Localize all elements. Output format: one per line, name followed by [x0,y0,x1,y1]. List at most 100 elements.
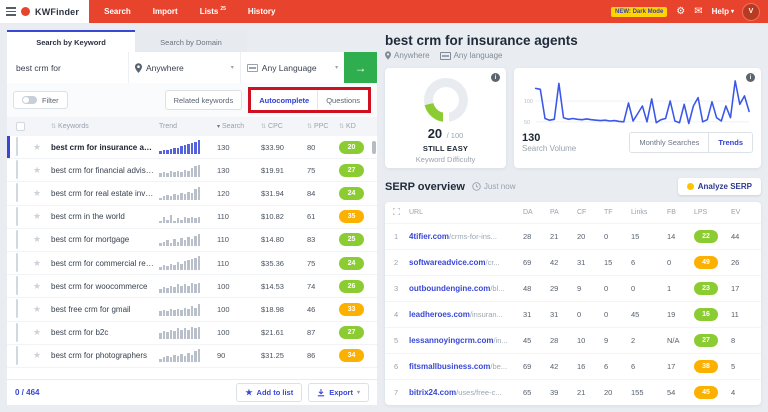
kd-badge[interactable]: 27 [339,164,364,177]
nav-item-lists[interactable]: Lists25 [189,0,237,23]
row-checkbox[interactable] [16,160,18,179]
related-keywords-button[interactable]: Related keywords [165,90,243,110]
serp-url-link[interactable]: leadheroes.com/insuran... [409,310,523,319]
favorite-star-icon[interactable]: ★ [33,305,51,314]
keyword-row[interactable]: ★best free crm for gmail100$18.984633 [7,298,377,321]
nav-item-history[interactable]: History [237,0,287,23]
help-menu[interactable]: Help▾ [712,7,734,16]
column-ppc[interactable]: ⇅PPC [307,123,339,130]
keyword-row[interactable]: ★best crm for commercial real estate110$… [7,252,377,275]
info-icon[interactable]: i [746,73,755,82]
serp-url-link[interactable]: softwareadvice.com/cr... [409,258,523,267]
serp-row[interactable]: 14tifier.com/crms-for-ins...282120015142… [385,223,761,249]
serp-row[interactable]: 3outboundengine.com/bl...482990012317⋮ [385,275,761,301]
messages-envelope-icon[interactable]: ✉ [694,7,702,17]
column-kd[interactable]: ⇅KD [339,123,377,130]
row-menu-icon[interactable]: ⋮ [758,309,761,320]
row-checkbox[interactable] [16,323,18,342]
serp-url-link[interactable]: outboundengine.com/bl... [409,284,523,293]
export-button[interactable]: Export ▾ [308,383,369,402]
row-menu-icon[interactable]: ⋮ [758,387,761,398]
row-checkbox[interactable] [16,230,18,249]
hamburger-menu-icon[interactable] [6,7,16,16]
keyword-row[interactable]: ★best crm for financial advisors130$19.9… [7,159,377,182]
questions-button[interactable]: Questions [318,90,368,110]
favorite-star-icon[interactable]: ★ [33,282,51,291]
serp-url-link[interactable]: lessannoyingcrm.com/in... [409,336,523,345]
row-checkbox[interactable] [16,346,18,365]
keyword-row[interactable]: ★best crm for woocommerce100$14.537426 [7,275,377,298]
row-checkbox[interactable] [16,299,18,318]
info-icon[interactable]: i [491,73,500,82]
keyword-search-input[interactable]: best crm for [7,52,128,83]
keyword-row[interactable]: ★best crm for insurance agents130$33.908… [7,136,377,159]
row-checkbox[interactable] [16,276,18,295]
serp-row[interactable]: 7bitrix24.com/uses/free-c...653921201555… [385,379,761,405]
serp-row[interactable]: 6fitsmallbusiness.com/be...6942166617385… [385,353,761,379]
scrollbar-thumb[interactable] [372,141,376,154]
favorite-star-icon[interactable]: ★ [33,166,51,175]
serp-url-link[interactable]: bitrix24.com/uses/free-c... [409,388,523,397]
tab-search-by-domain[interactable]: Search by Domain [135,30,247,52]
row-checkbox[interactable] [16,183,18,202]
settings-gear-icon[interactable]: ⚙ [676,7,685,17]
kd-badge[interactable]: 20 [339,141,364,154]
kd-badge[interactable]: 24 [339,257,364,270]
dark-mode-badge[interactable]: NEW: Dark Mode [611,7,667,17]
column-search[interactable]: ▾Search [217,123,261,130]
favorite-star-icon[interactable]: ★ [33,212,51,221]
row-checkbox[interactable] [16,253,18,272]
favorite-star-icon[interactable]: ★ [33,143,51,152]
favorite-star-icon[interactable]: ★ [33,259,51,268]
kd-badge[interactable]: 25 [339,233,364,246]
kd-badge[interactable]: 35 [339,210,364,223]
row-menu-icon[interactable]: ⋮ [758,335,761,346]
find-keywords-button[interactable]: → [344,52,377,83]
column-keywords[interactable]: ⇅Keywords [51,123,159,130]
filter-toggle[interactable]: Filter [13,91,68,109]
kd-badge[interactable]: 27 [339,326,364,339]
favorite-star-icon[interactable]: ★ [33,189,51,198]
autocomplete-button[interactable]: Autocomplete [251,90,317,110]
kd-badge[interactable]: 34 [339,349,364,362]
tab-search-by-keyword[interactable]: Search by Keyword [7,30,135,52]
user-avatar[interactable]: V [743,4,759,20]
ppc-cell: 75 [307,259,339,268]
select-all-checkbox[interactable] [16,122,25,131]
brand-name[interactable]: KWFinder [35,7,79,17]
analyze-serp-button[interactable]: Analyze SERP [678,178,761,195]
add-to-list-button[interactable]: ★ Add to list [236,383,302,402]
keyword-row[interactable]: ★best crm in the world110$10.826135 [7,206,377,229]
row-menu-icon[interactable]: ⋮ [758,231,761,242]
keyword-row[interactable]: ★best crm for mortgage110$14.808325 [7,229,377,252]
row-checkbox[interactable] [16,137,18,156]
keyword-row[interactable]: ★best crm for photographers90$31.258634 [7,345,377,368]
serp-url-link[interactable]: 4tifier.com/crms-for-ins... [409,232,523,241]
expand-icon[interactable] [393,208,409,217]
serp-row[interactable]: 4leadheroes.com/insuran...31310045191611… [385,301,761,327]
nav-item-import[interactable]: Import [142,0,189,23]
language-select[interactable]: Any Language ▾ [240,52,344,83]
row-menu-icon[interactable]: ⋮ [758,257,761,268]
row-checkbox[interactable] [16,207,18,226]
kd-badge[interactable]: 26 [339,280,364,293]
keyword-row[interactable]: ★best crm for b2c100$21.618727 [7,322,377,345]
keyword-row[interactable]: ★best crm for real estate investors120$3… [7,182,377,205]
monthly-searches-button[interactable]: Monthly Searches [630,133,708,152]
favorite-star-icon[interactable]: ★ [33,235,51,244]
location-select[interactable]: Anywhere ▾ [128,52,240,83]
row-menu-icon[interactable]: ⋮ [758,361,761,372]
nav-item-search[interactable]: Search [93,0,142,23]
clock-icon [472,182,481,191]
serp-row[interactable]: 5lessannoyingcrm.com/in...45281092N/A278… [385,327,761,353]
column-cpc[interactable]: ⇅CPC [261,123,307,130]
kd-badge[interactable]: 33 [339,303,364,316]
trends-button[interactable]: Trends [708,133,752,152]
serp-url-link[interactable]: fitsmallbusiness.com/be... [409,362,523,371]
favorite-star-icon[interactable]: ★ [33,328,51,337]
serp-row[interactable]: 2softwareadvice.com/cr...69423115604926⋮ [385,249,761,275]
kd-badge[interactable]: 24 [339,187,364,200]
toggle-switch-icon[interactable] [22,96,37,104]
row-menu-icon[interactable]: ⋮ [758,283,761,294]
favorite-star-icon[interactable]: ★ [33,351,51,360]
